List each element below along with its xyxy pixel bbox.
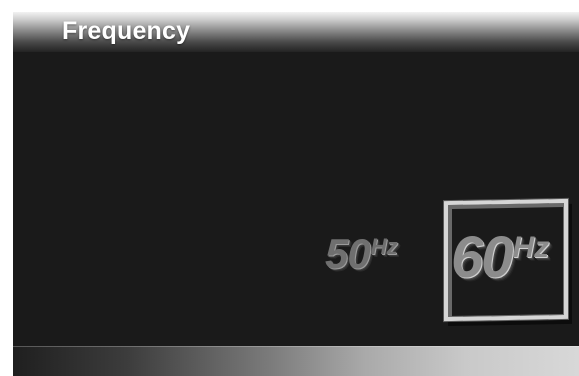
- frequency-number: 50: [325, 230, 371, 277]
- frequency-unit: Hz: [370, 234, 398, 259]
- title-bar: Frequency: [13, 12, 579, 52]
- frequency-option-50hz[interactable]: 50Hz: [325, 230, 425, 280]
- frequency-option-60hz-label: 60Hz: [451, 224, 549, 291]
- bottom-bar: [13, 346, 579, 376]
- frequency-screen: Frequency 50Hz 60Hz: [13, 12, 579, 376]
- frequency-option-60hz[interactable]: 60Hz: [443, 198, 579, 322]
- frequency-unit: Hz: [512, 231, 550, 264]
- frequency-number: 60: [451, 225, 513, 290]
- frequency-option-50hz-label: 50Hz: [325, 230, 398, 278]
- page-title: Frequency: [62, 17, 191, 45]
